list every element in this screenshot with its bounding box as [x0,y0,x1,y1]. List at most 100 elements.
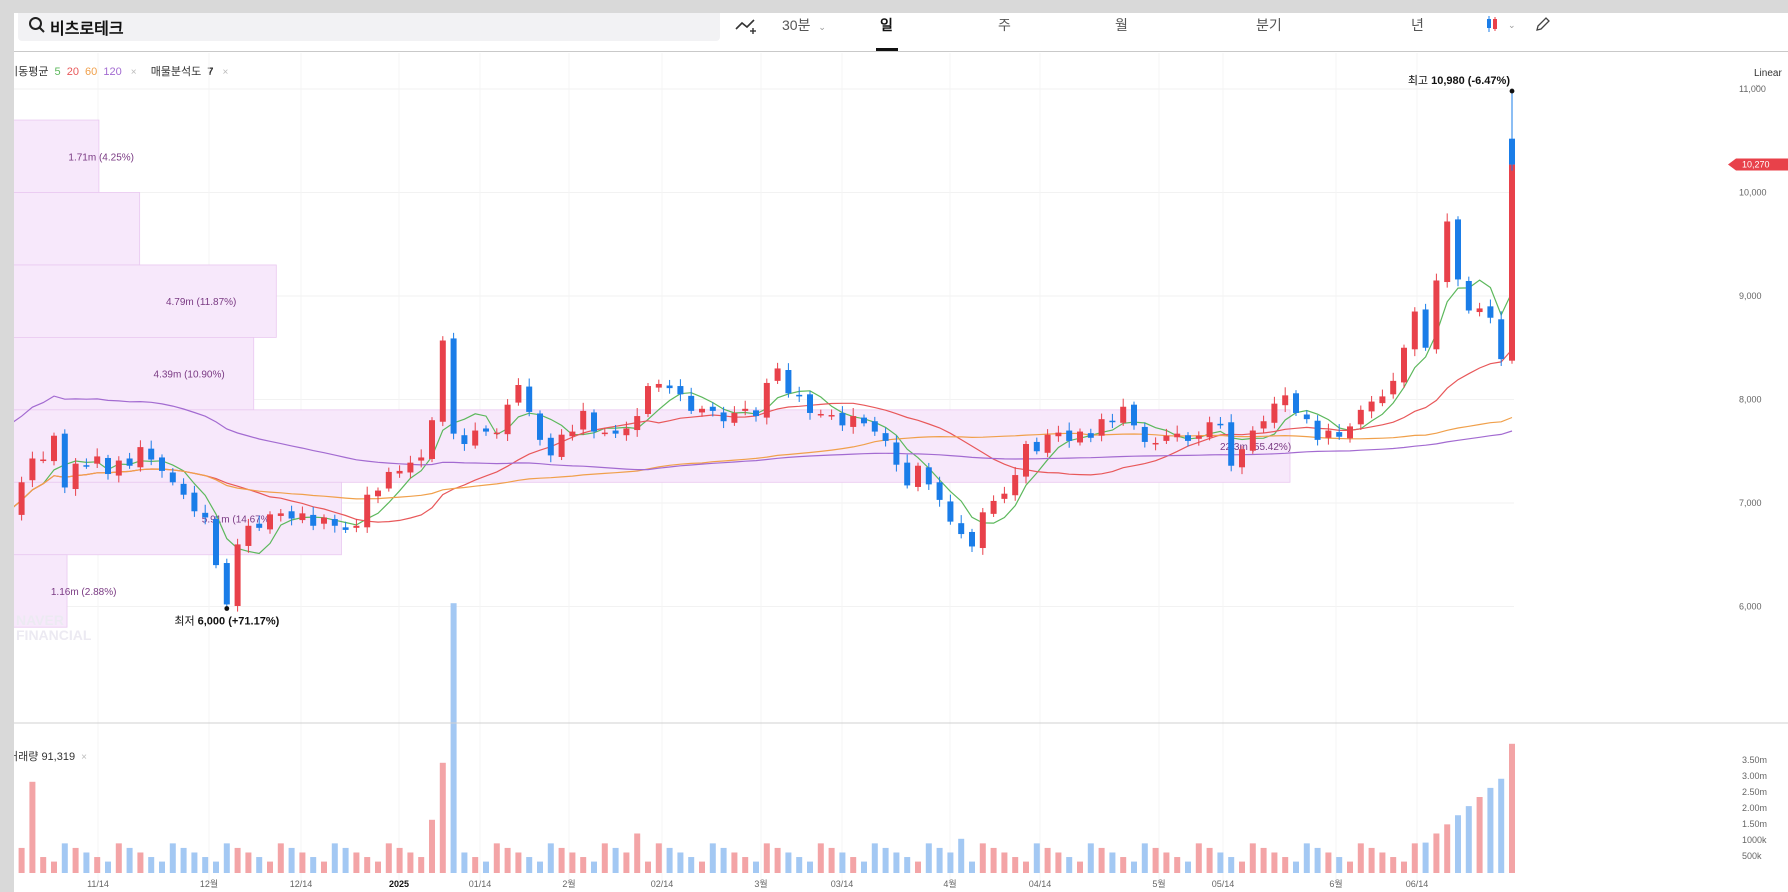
candle-body [1509,138,1515,165]
volume-bar [969,861,975,873]
candle-body [537,413,543,440]
volume-bar [882,847,889,873]
time-tick-label: 6월 [1329,878,1342,889]
volume-bar [1271,852,1278,873]
volume-bar [169,843,176,873]
price-tick-label: 8,000 [1739,395,1762,405]
volume-bar [796,857,803,873]
volume-bar [385,843,392,873]
candle-body [1033,441,1040,452]
candle-body [1465,280,1472,311]
time-tick-label: 02/14 [651,879,674,889]
volume-bar [1012,857,1019,873]
volume-bar [310,857,317,873]
volume-bar [1282,857,1289,873]
volume-bar [979,843,986,873]
volume-legend: 거래량 91,319 × [14,748,87,764]
candle-body [83,465,90,467]
volume-bar [299,852,306,873]
candle-body [1271,403,1278,423]
volume-bar [580,857,587,873]
volume-bar [1174,857,1181,873]
volume-bar [763,843,770,873]
candle-body [645,386,651,414]
candle-body [429,420,435,460]
high-value: 10,980 (-6.47%) [1431,75,1510,87]
volume-bar [1498,778,1505,873]
stock-chart-app: 비츠로테크 30분 ⌄ 일 주 월 분기 년 ⌄ 이동평균 5 20 60 12… [14,13,1788,892]
candle-body [213,519,219,566]
candle-body [1087,433,1094,438]
volume-bar [515,852,522,873]
candle-body [439,340,446,422]
volume-bar [623,852,630,873]
volume-bar [375,861,381,873]
volume-bar [655,843,662,873]
volume-bar [83,852,90,873]
volume-bar [223,843,230,873]
candle-body [310,514,317,526]
volume-bar [1023,861,1029,873]
candle-body [580,410,587,430]
candle-body [396,470,403,474]
volume-bar [180,847,187,873]
time-tick-label: 06/14 [1406,879,1429,889]
low-annotation: 최저 6,000 (+71.17%) [174,615,279,628]
candle-body [958,523,965,535]
candle-body [774,368,781,381]
candle-body [763,382,770,418]
low-value: 6,000 (+71.17%) [198,616,280,628]
volume-bar [591,861,597,873]
volume-bar [1217,852,1224,873]
volume-bar [202,857,209,873]
volume-bar [958,838,965,873]
candle-body [1357,409,1364,425]
candle-body [1120,406,1127,423]
volume-value: 91,319 [41,751,76,763]
candle-body [331,519,338,526]
candle-body [472,430,479,446]
volume-tick-label: 1.50m [1742,819,1767,829]
volume-bar [1401,861,1407,873]
volume-bar [1433,833,1440,873]
candle-body [342,527,349,530]
volume-profile-label: 4.39m (10.90%) [154,370,225,381]
candle-body [407,462,414,473]
candle-body [191,492,198,512]
volume-bar [288,847,295,873]
candle-body [861,417,867,424]
volume-bar [1293,861,1299,873]
volume-bar [731,852,738,873]
candle-body [601,432,608,435]
candle-body [990,500,997,514]
volume-profile-label: 4.79m (11.87%) [166,297,236,308]
candle-body [1217,423,1224,426]
candle-body [936,482,943,500]
close-volume-icon[interactable]: × [81,752,87,763]
candle-body [796,394,803,397]
volume-bar [742,857,749,873]
price-tick-label: 7,000 [1739,498,1762,508]
volume-profile-label: 5.91m (14.67%) [202,515,273,526]
candle-body [1455,219,1461,280]
candle-body [267,514,273,530]
candle-body [731,412,738,423]
volume-bar [1303,843,1310,873]
candle-body [51,435,57,462]
volume-bar [1347,861,1353,873]
candle-body [1401,347,1407,383]
volume-bar [29,781,36,873]
volume-bar [1098,847,1105,873]
price-chart[interactable]: 1.71m (4.25%) 4.79m (11.87%) 4.39m (10.90%… [14,13,1788,892]
volume-bar [839,852,846,873]
volume-bar [342,847,349,873]
candle-body [40,459,47,462]
volume-bar [353,852,360,873]
time-tick-label: 05/14 [1212,879,1235,889]
volume-bar [904,857,911,873]
volume-bar [439,762,446,873]
price-tick-label: 10,000 [1739,188,1767,198]
price-annotations: 최고 10,980 (-6.47%) 최저 6,000 (+71.17%) [174,74,1515,628]
candle-body [1433,280,1440,350]
volume-bar [537,861,543,873]
